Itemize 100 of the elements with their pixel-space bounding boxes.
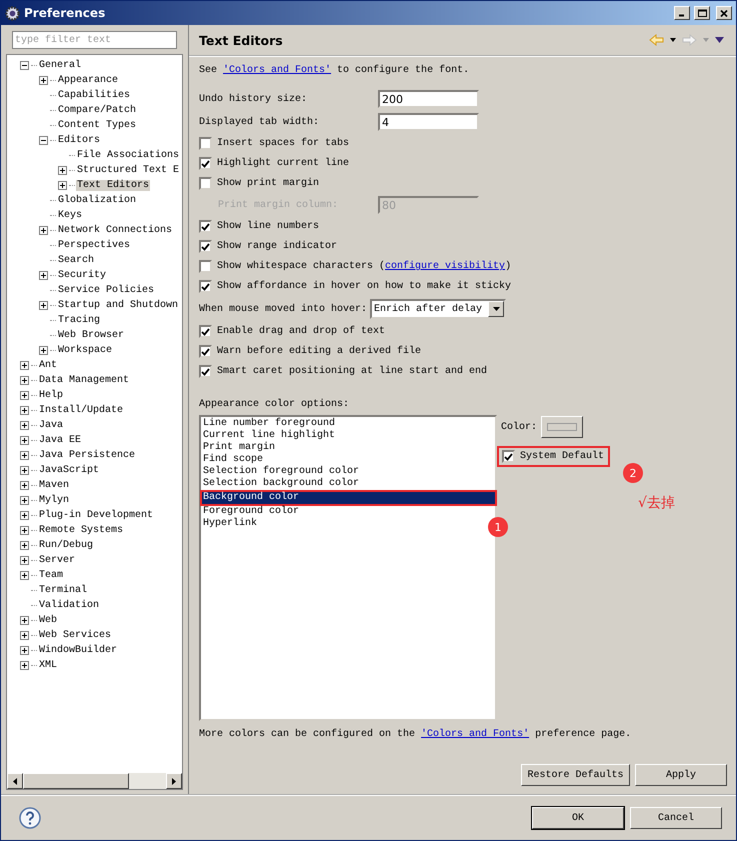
tree-item[interactable]: JavaScript	[38, 465, 100, 476]
tree-item[interactable]: Help	[38, 390, 64, 401]
expand-icon[interactable]	[39, 271, 48, 280]
tree-item[interactable]: Structured Text E	[76, 165, 180, 176]
tree-item[interactable]: Team	[38, 570, 64, 581]
checkbox[interactable]	[199, 365, 212, 378]
tree-item[interactable]: Mylyn	[38, 495, 70, 506]
tree-item[interactable]: File Associations	[76, 150, 180, 161]
expand-icon[interactable]	[20, 526, 29, 535]
expand-icon[interactable]	[20, 496, 29, 505]
input-field[interactable]: 200	[378, 90, 479, 108]
tree-item[interactable]: Search	[57, 255, 96, 266]
list-item[interactable]: Foreground color	[202, 506, 300, 518]
expand-icon[interactable]	[20, 466, 29, 475]
caret-icon[interactable]	[670, 38, 676, 42]
tree-item[interactable]: Maven	[38, 480, 70, 491]
checkbox[interactable]	[199, 280, 212, 293]
collapse-icon[interactable]	[20, 61, 29, 70]
list-item[interactable]: Current line highlight	[202, 430, 336, 442]
expand-icon[interactable]	[20, 541, 29, 550]
checkbox[interactable]	[199, 177, 212, 190]
filter-field[interactable]: type filter text	[12, 31, 177, 49]
tree-item[interactable]: Capabilities	[57, 90, 132, 101]
list-item[interactable]: Selection background color	[202, 478, 360, 490]
list-item[interactable]: Hyperlink	[202, 518, 258, 530]
tree-item[interactable]: XML	[38, 660, 58, 671]
maximize-button[interactable]	[694, 6, 710, 20]
list-item[interactable]: Selection foreground color	[202, 466, 360, 478]
tree-item[interactable]: Web Browser	[57, 330, 126, 341]
list-item[interactable]: Find scope	[202, 454, 264, 466]
tree-item[interactable]: Data Management	[38, 375, 130, 386]
configure-link[interactable]: configure visibility	[385, 261, 506, 272]
scroll-bar[interactable]	[7, 773, 182, 789]
tree-item[interactable]: General	[38, 60, 82, 71]
tree-item[interactable]: Appearance	[57, 75, 120, 86]
collapse-icon[interactable]	[39, 136, 48, 145]
tree-item[interactable]: Perspectives	[57, 240, 132, 251]
list-item[interactable]: Print margin	[202, 442, 276, 454]
tree-item[interactable]: Workspace	[57, 345, 114, 356]
apply-button[interactable]: Apply	[635, 764, 727, 786]
tree-item[interactable]: Security	[57, 270, 108, 281]
expand-icon[interactable]	[39, 301, 48, 310]
checkbox[interactable]	[199, 325, 212, 338]
tree-item[interactable]: Validation	[38, 600, 100, 611]
tree-item[interactable]: Globalization	[57, 195, 138, 206]
tree-item[interactable]: Startup and Shutdown	[57, 300, 180, 311]
cancel-button[interactable]: Cancel	[630, 807, 722, 829]
expand-icon[interactable]	[20, 421, 29, 430]
tree-item[interactable]: Compare/Patch	[57, 105, 138, 116]
tree-item[interactable]: Editors	[57, 135, 102, 146]
input-field[interactable]: 4	[378, 113, 479, 131]
colors-and-fonts-link[interactable]: 'Colors and Fonts'	[421, 729, 530, 740]
expand-icon[interactable]	[20, 481, 29, 490]
tree-item[interactable]: Terminal	[38, 585, 88, 596]
tree-item[interactable]: WindowBuilder	[38, 645, 118, 656]
expand-icon[interactable]	[20, 616, 29, 625]
expand-icon[interactable]	[20, 511, 29, 520]
menu-icon[interactable]	[715, 37, 724, 43]
list-item[interactable]: Line number foreground	[202, 418, 336, 430]
help-icon[interactable]	[19, 807, 41, 829]
expand-icon[interactable]	[20, 436, 29, 445]
expand-icon[interactable]	[20, 571, 29, 580]
checkbox[interactable]	[199, 345, 212, 358]
tree-item[interactable]: Network Connections	[57, 225, 174, 236]
tree-item[interactable]: Web Services	[38, 630, 112, 641]
expand-icon[interactable]	[20, 406, 29, 415]
expand-icon[interactable]	[20, 631, 29, 640]
expand-icon[interactable]	[39, 346, 48, 355]
minimize-button[interactable]	[674, 6, 690, 20]
tree-item[interactable]: Install/Update	[38, 405, 124, 416]
checkbox[interactable]	[199, 137, 212, 150]
colors-and-fonts-link[interactable]: 'Colors and Fonts'	[223, 65, 332, 76]
close-button[interactable]	[716, 6, 732, 20]
restore-defaults-button[interactable]: Restore Defaults	[521, 764, 630, 786]
checkbox[interactable]	[199, 260, 212, 273]
tree-item[interactable]: Text Editors	[76, 180, 150, 191]
list-item[interactable]: Background color	[200, 490, 497, 506]
expand-icon[interactable]	[20, 451, 29, 460]
tree-item[interactable]: Run/Debug	[38, 540, 94, 551]
expand-icon[interactable]	[20, 361, 29, 370]
ok-button[interactable]: OK	[532, 807, 624, 829]
expand-icon[interactable]	[20, 646, 29, 655]
tree-item[interactable]: Server	[38, 555, 76, 566]
expand-icon[interactable]	[58, 181, 67, 190]
checkbox[interactable]	[199, 240, 212, 253]
expand-icon[interactable]	[39, 76, 48, 85]
tree-item[interactable]: Keys	[57, 210, 84, 221]
tree-item[interactable]: Tracing	[57, 315, 102, 326]
tree-item[interactable]: Ant	[38, 360, 58, 371]
tree-item[interactable]: Java Persistence	[38, 450, 136, 461]
tree-item[interactable]: Remote Systems	[38, 525, 124, 536]
expand-icon[interactable]	[20, 556, 29, 565]
tree-item[interactable]: Web	[38, 615, 58, 626]
expand-icon[interactable]	[58, 166, 67, 175]
tree-item[interactable]: Plug-in Development	[38, 510, 154, 521]
checkbox[interactable]	[199, 220, 212, 233]
tree-item[interactable]: Java	[38, 420, 64, 431]
expand-icon[interactable]	[20, 391, 29, 400]
checkbox[interactable]	[502, 450, 515, 463]
expand-icon[interactable]	[20, 661, 29, 670]
